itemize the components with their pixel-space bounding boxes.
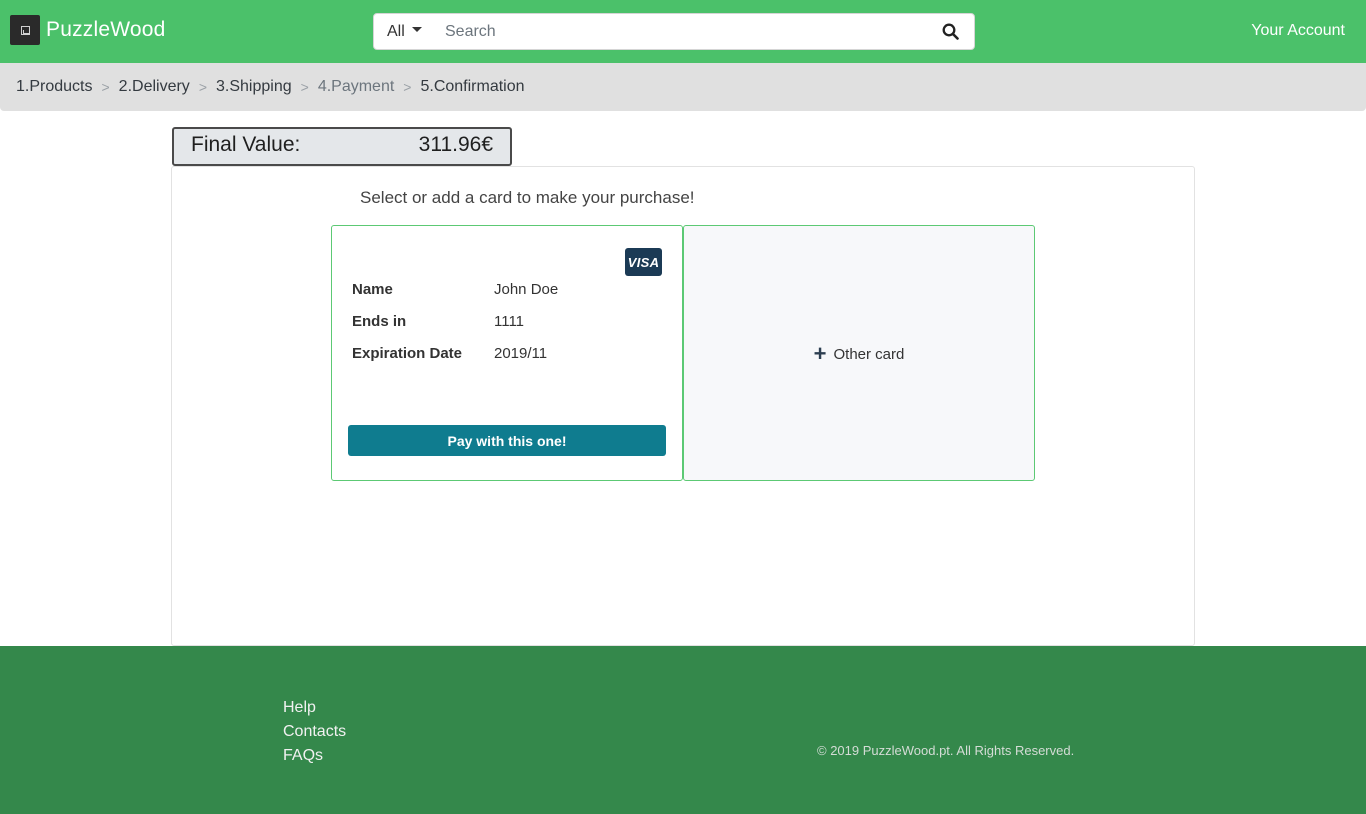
- step-separator: >: [101, 79, 110, 95]
- card-holder-name: John Doe: [494, 281, 559, 298]
- footer-links: Help Contacts FAQs: [283, 696, 346, 768]
- brand-name: PuzzleWood: [46, 18, 166, 41]
- caret-down-icon: [411, 27, 422, 32]
- final-value-box: Final Value: 311.96€: [172, 127, 512, 166]
- plus-icon: +: [813, 341, 827, 366]
- search-icon: [942, 23, 959, 40]
- account-link[interactable]: Your Account: [1251, 22, 1345, 40]
- brand-logo-icon: [10, 15, 40, 45]
- footer: Help Contacts FAQs © 2019 PuzzleWood.pt.…: [0, 646, 1366, 814]
- copyright-text: © 2019 PuzzleWood.pt. All Rights Reserve…: [817, 743, 1075, 758]
- pay-with-card-button[interactable]: Pay with this one!: [348, 425, 666, 456]
- step-separator: >: [403, 79, 412, 95]
- card-expiration-date: 2019/11: [494, 345, 548, 362]
- card-row-name: Name John Doe: [352, 281, 558, 298]
- brand[interactable]: PuzzleWood: [10, 15, 166, 45]
- search-button[interactable]: [926, 14, 974, 49]
- final-value-amount: 311.96€: [418, 132, 493, 156]
- footer-link-help[interactable]: Help: [283, 696, 346, 720]
- saved-card[interactable]: VISA Name John Doe Ends in 1111 Expirati…: [331, 225, 683, 481]
- card-field-label: Expiration Date: [352, 345, 463, 362]
- step-delivery[interactable]: 2.Delivery: [119, 78, 190, 96]
- search-category-dropdown[interactable]: All: [374, 14, 434, 49]
- step-separator: >: [300, 79, 309, 95]
- checkout-steps: 1.Products > 2.Delivery > 3.Shipping > 4…: [0, 63, 1366, 111]
- card-row-expiration: Expiration Date 2019/11: [352, 345, 547, 362]
- final-value-label: Final Value:: [191, 132, 301, 156]
- navbar: PuzzleWood All Your Account: [0, 0, 1366, 63]
- step-separator: >: [198, 79, 207, 95]
- footer-link-contacts[interactable]: Contacts: [283, 720, 346, 744]
- card-field-label: Name: [352, 281, 393, 298]
- card-last-digits: 1111: [494, 313, 525, 330]
- step-shipping[interactable]: 3.Shipping: [216, 78, 292, 96]
- step-products[interactable]: 1.Products: [16, 78, 92, 96]
- step-payment: 4.Payment: [317, 78, 395, 95]
- payment-prompt: Select or add a card to make your purcha…: [360, 188, 695, 207]
- other-card-label: Other card: [833, 345, 905, 363]
- card-row-ends-in: Ends in 1111: [352, 313, 524, 330]
- add-other-card[interactable]: + Other card: [683, 225, 1035, 481]
- step-confirmation[interactable]: 5.Confirmation: [420, 78, 524, 96]
- search-bar: All: [373, 13, 975, 50]
- footer-link-faqs[interactable]: FAQs: [283, 744, 346, 768]
- visa-icon: VISA: [625, 248, 662, 276]
- search-input[interactable]: [434, 14, 926, 49]
- card-field-label: Ends in: [352, 313, 407, 330]
- search-category-label: All: [387, 22, 405, 40]
